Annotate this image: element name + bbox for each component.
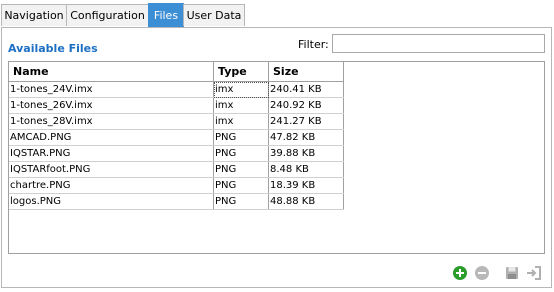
cell-name: 1-tones_26V.imx [9,97,214,114]
cell-size: 39.88 KB [268,145,344,162]
cell-type: PNG [213,145,269,162]
cell-name: 1-tones_28V.imx [9,113,214,130]
cell-name: 1-tones_24V.imx [9,81,214,98]
table-row[interactable]: 1-tones_28V.imx imx 241.27 KB [9,113,344,130]
files-table: Name Type Size 1-tones_24V.imx imx 240.41 … [9,62,344,210]
table-row[interactable]: 1-tones_26V.imx imx 240.92 KB [9,97,344,114]
table-row[interactable]: 1-tones_24V.imx imx 240.41 KB [9,81,344,98]
cell-type: PNG [213,193,269,210]
table-row[interactable]: IQSTAR.PNG PNG 39.88 KB [9,145,344,162]
cell-name: logos.PNG [9,193,214,210]
cell-name: chartre.PNG [9,177,214,194]
cell-size: 241.27 KB [268,113,344,130]
cell-size: 18.39 KB [268,177,344,194]
tab-user-data[interactable]: User Data [183,4,245,26]
cell-name: IQSTARfoot.PNG [9,161,214,178]
cell-size: 240.92 KB [268,97,344,114]
table-row[interactable]: chartre.PNG PNG 18.39 KB [9,177,344,194]
column-header-name[interactable]: Name [9,62,214,82]
minus-circle-icon[interactable] [474,265,490,281]
cell-size: 48.88 KB [268,193,344,210]
column-header-type[interactable]: Type [213,62,269,82]
plus-circle-icon[interactable] [452,265,468,281]
table-row[interactable]: logos.PNG PNG 48.88 KB [9,193,344,210]
column-header-size[interactable]: Size [268,62,344,82]
cell-type: PNG [213,129,269,146]
files-panel: Available Files Filter: Name Type Size 1… [1,27,552,288]
cell-size: 47.82 KB [268,129,344,146]
cell-type: PNG [213,161,269,178]
cell-name: IQSTAR.PNG [9,145,214,162]
tab-configuration[interactable]: Configuration [66,4,149,26]
arrow-into-box-icon[interactable] [526,265,542,281]
floppy-disk-icon[interactable] [504,265,520,281]
cell-name: AMCAD.PNG [9,129,214,146]
filter-label: Filter: [298,38,329,51]
files-grid[interactable]: Name Type Size 1-tones_24V.imx imx 240.41 … [8,61,545,254]
cell-size: 8.48 KB [268,161,344,178]
cell-type: imx [213,97,269,114]
tab-navigation[interactable]: Navigation [1,4,67,26]
cell-size: 240.41 KB [268,81,344,98]
cell-type: PNG [213,177,269,194]
table-header-row: Name Type Size [9,62,344,82]
cell-type: imx [213,81,269,98]
cell-type: imx [213,113,269,130]
table-row[interactable]: IQSTARfoot.PNG PNG 8.48 KB [9,161,344,178]
filter-input[interactable] [332,34,545,53]
section-title: Available Files [8,42,98,55]
tab-files[interactable]: Files [148,3,184,27]
table-row[interactable]: AMCAD.PNG PNG 47.82 KB [9,129,344,146]
